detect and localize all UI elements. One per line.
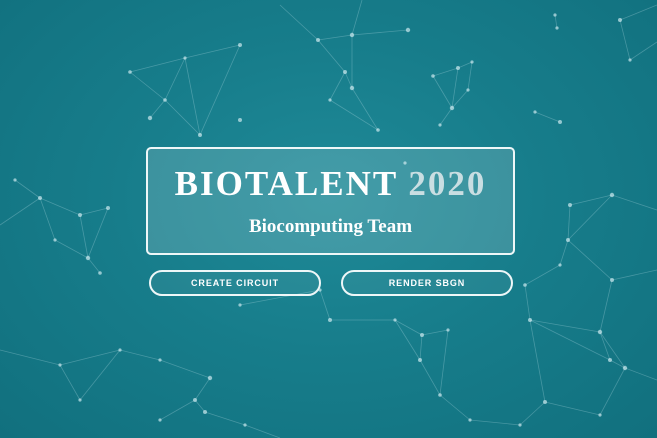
render-sbgn-button[interactable]: RENDER SBGN bbox=[341, 270, 513, 296]
title-main: BIOTALENT bbox=[174, 164, 398, 203]
page-title: BIOTALENT 2020 bbox=[148, 166, 513, 201]
title-year: 2020 bbox=[408, 164, 487, 203]
title-card: BIOTALENT 2020 Biocomputing Team bbox=[146, 147, 515, 255]
page-subtitle: Biocomputing Team bbox=[248, 216, 413, 237]
create-circuit-button[interactable]: CREATE CIRCUIT bbox=[149, 270, 321, 296]
